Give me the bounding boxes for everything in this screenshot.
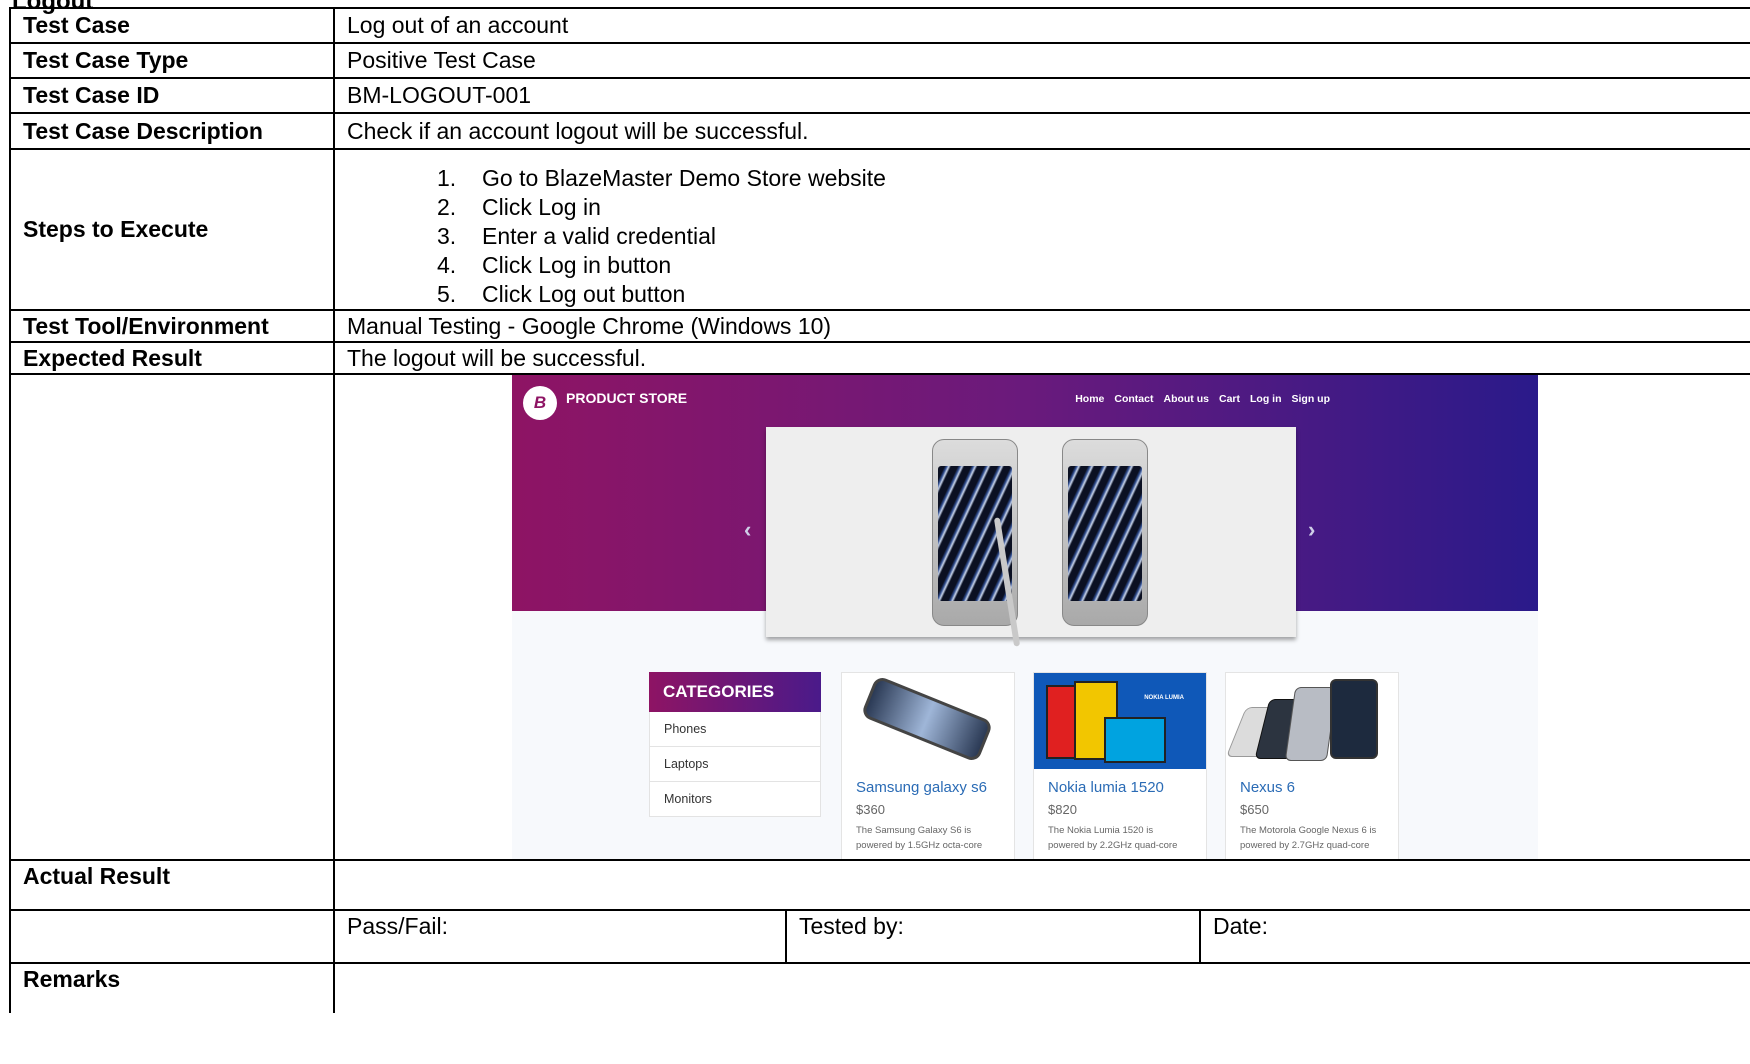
tool-label: Test Tool/Environment	[9, 309, 335, 343]
test-case-value: Log out of an account	[332, 7, 1750, 44]
nav-contact: Contact	[1114, 393, 1154, 405]
test-case-table: Test Case Log out of an account Test Cas…	[9, 7, 1750, 1013]
product-title: Nexus 6	[1240, 779, 1296, 796]
product-card: Nexus 6 $650 The Motorola Google Nexus 6…	[1225, 672, 1399, 858]
step-item: 4. Click Log in button	[437, 252, 672, 278]
test-case-type-value: Positive Test Case	[332, 42, 1750, 79]
product-title: Samsung galaxy s6	[856, 779, 987, 796]
expected-value: The logout will be successful.	[332, 341, 1750, 375]
test-case-label: Test Case	[9, 7, 335, 44]
actual-result-label: Actual Result	[9, 859, 335, 911]
category-phones: Phones	[649, 712, 821, 747]
steps-cell: 1. Go to BlazeMaster Demo Store website 2…	[332, 148, 1750, 311]
category-monitors: Monitors	[649, 782, 821, 817]
carousel-prev-icon: ‹	[744, 517, 752, 542]
nav-login: Log in	[1250, 393, 1282, 405]
step-item: 5. Click Log out button	[437, 281, 686, 307]
screenshot-spacer	[9, 373, 335, 861]
step-item: 2. Click Log in	[437, 194, 601, 220]
screenshot-cell: B PRODUCT STORE Home Contact About us Ca…	[332, 373, 1750, 861]
product-image: NOKIA LUMIA	[1034, 673, 1206, 769]
product-card: NOKIA LUMIA Nokia lumia 1520 $820 The No…	[1033, 672, 1207, 858]
product-title: Nokia lumia 1520	[1048, 779, 1164, 796]
expected-label: Expected Result	[9, 341, 335, 375]
pass-fail-label: Pass/Fail:	[333, 909, 787, 964]
tested-by-label: Tested by:	[785, 909, 1201, 964]
date-label: Date:	[1198, 909, 1750, 964]
categories-panel: CATEGORIES Phones Laptops Monitors	[649, 672, 821, 817]
product-desc: The Samsung Galaxy S6 is powered by 1.5G…	[856, 825, 983, 851]
brand-name: PRODUCT STORE	[566, 390, 688, 406]
step-item: 3. Enter a valid credential	[437, 223, 716, 249]
product-price: $360	[856, 802, 885, 817]
product-desc: The Nokia Lumia 1520 is powered by 2.2GH…	[1048, 825, 1178, 851]
description-label: Test Case Description	[9, 112, 335, 150]
steps-list: 1. Go to BlazeMaster Demo Store website 2…	[347, 164, 1750, 308]
nav-cart: Cart	[1218, 393, 1240, 405]
actual-result-value	[332, 859, 1750, 911]
phone-image	[1062, 439, 1148, 626]
test-case-type-label: Test Case Type	[9, 42, 335, 79]
steps-label: Steps to Execute	[9, 148, 335, 311]
product-desc: The Motorola Google Nexus 6 is powered b…	[1240, 825, 1377, 851]
product-price: $650	[1240, 802, 1269, 817]
product-badge: NOKIA LUMIA	[1144, 695, 1184, 701]
description-value: Check if an account logout will be succe…	[332, 112, 1750, 150]
product-image	[842, 673, 1014, 769]
nav-about: About us	[1163, 393, 1209, 405]
test-case-id-label: Test Case ID	[9, 77, 335, 114]
product-store-screenshot: B PRODUCT STORE Home Contact About us Ca…	[512, 376, 1538, 858]
phone-image	[932, 439, 1018, 626]
carousel-slide	[766, 427, 1296, 647]
nav-signup: Sign up	[1291, 393, 1331, 405]
top-nav: Home Contact About us Cart Log in Sign u…	[1075, 393, 1330, 405]
tool-value: Manual Testing - Google Chrome (Windows …	[332, 309, 1750, 343]
remarks-value	[332, 962, 1750, 1013]
step-item: 1. Go to BlazeMaster Demo Store website	[437, 165, 886, 191]
category-laptops: Laptops	[649, 747, 821, 782]
signoff-spacer	[9, 909, 335, 964]
product-image	[1225, 673, 1398, 769]
nav-home: Home	[1075, 393, 1105, 405]
brand-logo-icon: B	[523, 386, 557, 420]
categories-title: CATEGORIES	[649, 672, 821, 712]
test-case-id-value: BM-LOGOUT-001	[332, 77, 1750, 114]
carousel-next-icon: ›	[1308, 517, 1316, 542]
remarks-label: Remarks	[9, 962, 335, 1013]
product-card: Samsung galaxy s6 $360 The Samsung Galax…	[841, 672, 1015, 858]
product-price: $820	[1048, 802, 1077, 817]
